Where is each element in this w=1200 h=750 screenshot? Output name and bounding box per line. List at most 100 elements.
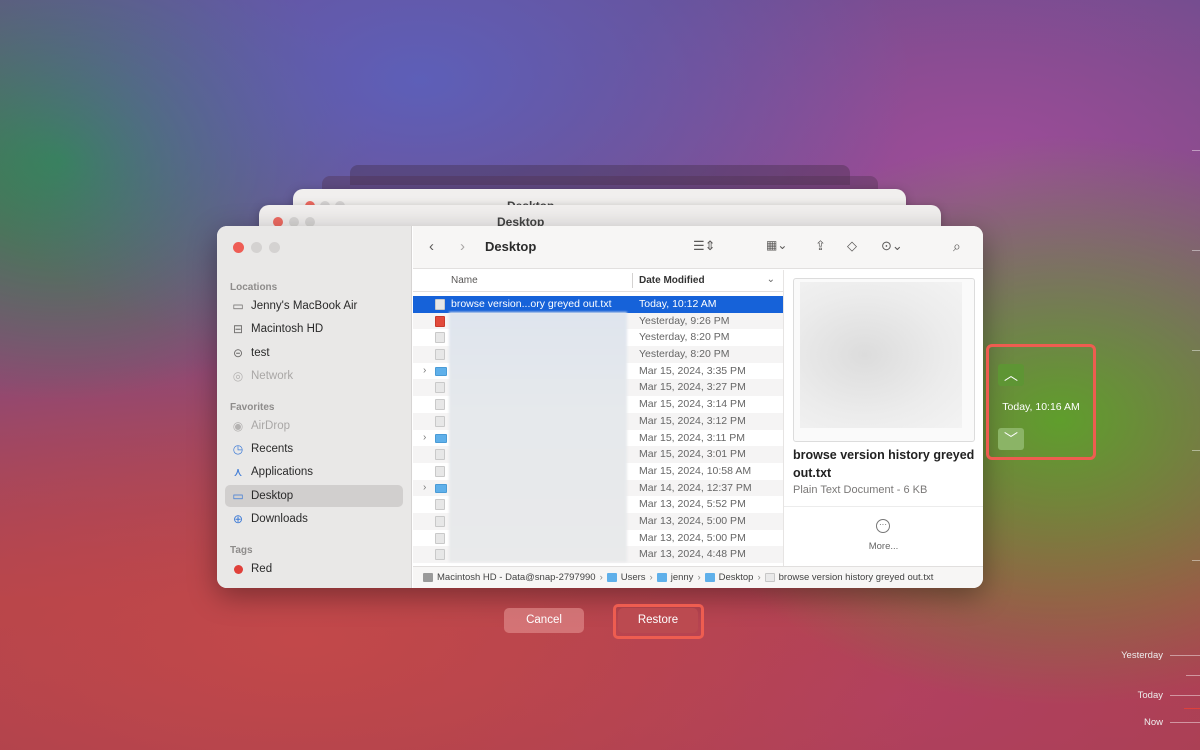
time-machine-timeline[interactable]: Yesterday Today Now: [1110, 0, 1200, 750]
path-item[interactable]: Macintosh HD - Data@snap-2797990: [437, 572, 596, 583]
more-button[interactable]: More...: [784, 541, 983, 552]
external-drive-icon: ⊝: [232, 346, 244, 360]
file-name: browse version...ory greyed out.txt: [451, 298, 612, 310]
disclosure-chevron-icon[interactable]: ›: [423, 482, 426, 493]
sidebar-item-recents[interactable]: ◷ Recents: [225, 438, 403, 460]
file-date: Mar 15, 2024, 3:01 PM: [639, 448, 746, 461]
sidebar-item-test[interactable]: ⊝ test: [225, 342, 403, 364]
sidebar-item-macbook[interactable]: ▭ Jenny's MacBook Air: [225, 295, 403, 317]
disclosure-chevron-icon[interactable]: ›: [423, 365, 426, 376]
sidebar-item-downloads[interactable]: ⊕ Downloads: [225, 508, 403, 530]
sidebar-item-label: Applications: [251, 466, 314, 478]
sidebar-item-macintosh-hd[interactable]: ⊟ Macintosh HD: [225, 318, 403, 340]
path-item[interactable]: Users: [621, 572, 646, 583]
disclosure-chevron-icon[interactable]: ›: [423, 432, 426, 443]
previous-version-button[interactable]: ︿: [998, 364, 1024, 386]
airdrop-icon: ◉: [232, 419, 244, 433]
version-navigator: ︿ Today, 10:16 AM ﹀: [986, 344, 1096, 460]
file-date: Mar 14, 2024, 12:37 PM: [639, 481, 752, 494]
sidebar-item-applications[interactable]: ⋏ Applications: [225, 461, 403, 483]
folder-icon: [606, 573, 617, 582]
file-date: Mar 13, 2024, 5:00 PM: [639, 514, 746, 527]
folder-icon: [704, 573, 715, 582]
file-icon: [435, 515, 445, 527]
file-date: Today, 10:12 AM: [639, 298, 717, 310]
timeline-tick: [1170, 655, 1200, 656]
timeline-label-yesterday[interactable]: Yesterday: [1121, 650, 1163, 661]
path-bar: Macintosh HD - Data@snap-2797990 › Users…: [413, 566, 983, 588]
restore-button[interactable]: Restore: [618, 608, 698, 633]
file-date: Mar 13, 2024, 4:48 PM: [639, 548, 746, 561]
sidebar: Locations ▭ Jenny's MacBook Air ⊟ Macint…: [217, 226, 412, 588]
sidebar-item-label: test: [251, 347, 270, 359]
folder-icon: [435, 483, 447, 493]
more-actions-icon[interactable]: ⊙⌄: [881, 238, 903, 254]
share-icon[interactable]: ⇪: [815, 238, 826, 254]
file-date: Mar 15, 2024, 3:27 PM: [639, 381, 746, 394]
pdf-file-icon: [435, 315, 445, 327]
divider: [784, 506, 983, 507]
minimize-button[interactable]: [251, 242, 262, 253]
harddrive-icon: [423, 573, 433, 582]
file-icon: [435, 415, 445, 427]
path-separator-icon: ›: [649, 572, 653, 583]
zoom-button[interactable]: [269, 242, 280, 253]
column-date-modified[interactable]: Date Modified: [639, 275, 705, 286]
preview-pane: browse version history greyed out.txt Pl…: [783, 270, 983, 566]
file-icon: [435, 449, 445, 461]
file-icon: [435, 465, 445, 477]
preview-thumbnail: [800, 282, 962, 428]
window-controls: [233, 242, 280, 253]
forward-chevron-icon[interactable]: ›: [460, 238, 465, 255]
column-header: Name Date Modified ⌄: [413, 270, 783, 292]
table-row[interactable]: browse version...ory greyed out.txt Toda…: [413, 296, 783, 313]
file-date: Yesterday, 8:20 PM: [639, 331, 730, 344]
sidebar-item-label: Jenny's MacBook Air: [251, 300, 358, 312]
timeline-tick: [1192, 350, 1200, 351]
timeline-tick: [1192, 560, 1200, 561]
sidebar-section-favorites: Favorites: [230, 402, 275, 413]
clock-icon: ◷: [232, 442, 244, 456]
sidebar-item-label: Desktop: [251, 490, 294, 502]
cancel-button[interactable]: Cancel: [504, 608, 584, 633]
search-icon[interactable]: ⌕: [953, 238, 961, 255]
timeline-tick: [1192, 150, 1200, 151]
file-date: Mar 15, 2024, 10:58 AM: [639, 464, 752, 477]
sidebar-section-locations: Locations: [230, 282, 278, 293]
timeline-tick: [1192, 250, 1200, 251]
file-date: Mar 13, 2024, 5:00 PM: [639, 531, 746, 544]
window-title: Desktop: [485, 239, 537, 254]
path-separator-icon: ›: [757, 572, 761, 583]
back-chevron-icon[interactable]: ‹: [429, 238, 434, 255]
chevron-down-icon[interactable]: ⌄: [767, 274, 775, 285]
column-name[interactable]: Name: [451, 275, 478, 286]
timeline-tick: [1184, 708, 1200, 709]
file-date: Mar 15, 2024, 3:12 PM: [639, 414, 746, 427]
download-icon: ⊕: [232, 512, 244, 526]
timeline-tick: [1170, 695, 1200, 696]
file-date: Yesterday, 8:20 PM: [639, 348, 730, 361]
file-icon: [435, 382, 445, 394]
timeline-tick: [1192, 450, 1200, 451]
laptop-icon: ▭: [232, 299, 244, 313]
path-separator-icon: ›: [599, 572, 603, 583]
path-item[interactable]: browse version history greyed out.txt: [779, 572, 934, 583]
sidebar-item-label: AirDrop: [251, 420, 290, 432]
sidebar-section-tags: Tags: [230, 545, 253, 556]
version-time: Today, 10:16 AM: [1002, 401, 1080, 413]
ellipsis-icon[interactable]: ···: [876, 519, 890, 533]
sidebar-item-tag-red[interactable]: Red: [225, 558, 403, 580]
list-view-icon[interactable]: ☰⇕: [693, 238, 716, 254]
timeline-label-now[interactable]: Now: [1144, 717, 1163, 728]
preview-file-kind: Plain Text Document - 6 KB: [793, 484, 928, 496]
sidebar-item-desktop[interactable]: ▭ Desktop: [225, 485, 403, 507]
path-item[interactable]: jenny: [671, 572, 694, 583]
timeline-label-today[interactable]: Today: [1138, 690, 1163, 701]
tag-icon[interactable]: ◇: [847, 238, 857, 254]
path-item[interactable]: Desktop: [719, 572, 754, 583]
next-version-button[interactable]: ﹀: [998, 428, 1024, 450]
close-button[interactable]: [233, 242, 244, 253]
sidebar-item-airdrop[interactable]: ◉ AirDrop: [225, 415, 403, 437]
sidebar-item-network[interactable]: ◎ Network: [225, 365, 403, 387]
group-icon[interactable]: ▦⌄: [766, 238, 787, 252]
